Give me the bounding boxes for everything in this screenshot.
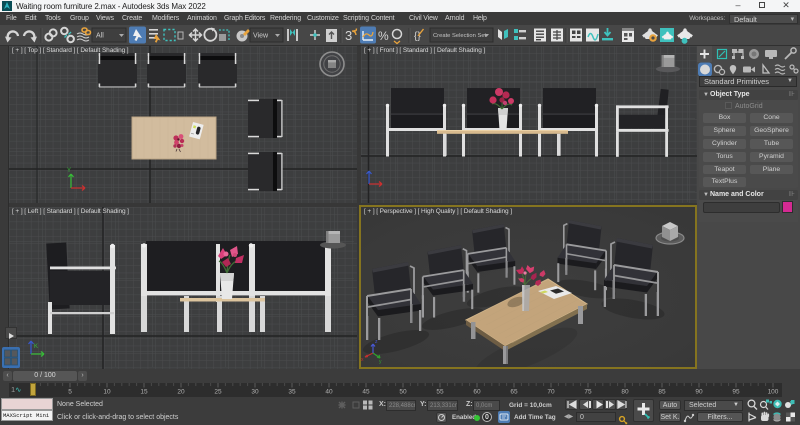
- svg-text:80: 80: [621, 389, 629, 396]
- svg-text:95: 95: [732, 389, 740, 396]
- svg-text:100: 100: [768, 389, 779, 396]
- svg-text:45: 45: [362, 389, 370, 396]
- svg-text:85: 85: [658, 389, 666, 396]
- svg-text:35: 35: [288, 389, 296, 396]
- svg-text:3: 3: [345, 28, 352, 43]
- svg-text:55: 55: [436, 389, 444, 396]
- svg-text:15: 15: [140, 389, 148, 396]
- svg-text:10: 10: [103, 389, 111, 396]
- svg-text:Y: Y: [67, 168, 71, 174]
- svg-text:View: View: [253, 33, 269, 40]
- svg-text:30: 30: [251, 389, 259, 396]
- svg-text:25: 25: [214, 389, 222, 396]
- svg-text:40: 40: [325, 389, 333, 396]
- svg-text:5: 5: [68, 389, 72, 396]
- svg-text:70: 70: [547, 389, 555, 396]
- svg-text:20: 20: [177, 389, 185, 396]
- svg-text:65: 65: [510, 389, 518, 396]
- svg-text:90: 90: [695, 389, 703, 396]
- svg-text:60: 60: [473, 389, 481, 396]
- svg-text:75: 75: [584, 389, 592, 396]
- svg-text:K: K: [34, 344, 38, 350]
- svg-text:All: All: [96, 33, 104, 40]
- svg-text:%: %: [378, 29, 389, 43]
- svg-text:Create Selection Set: Create Selection Set: [433, 33, 487, 39]
- svg-text:50: 50: [399, 389, 407, 396]
